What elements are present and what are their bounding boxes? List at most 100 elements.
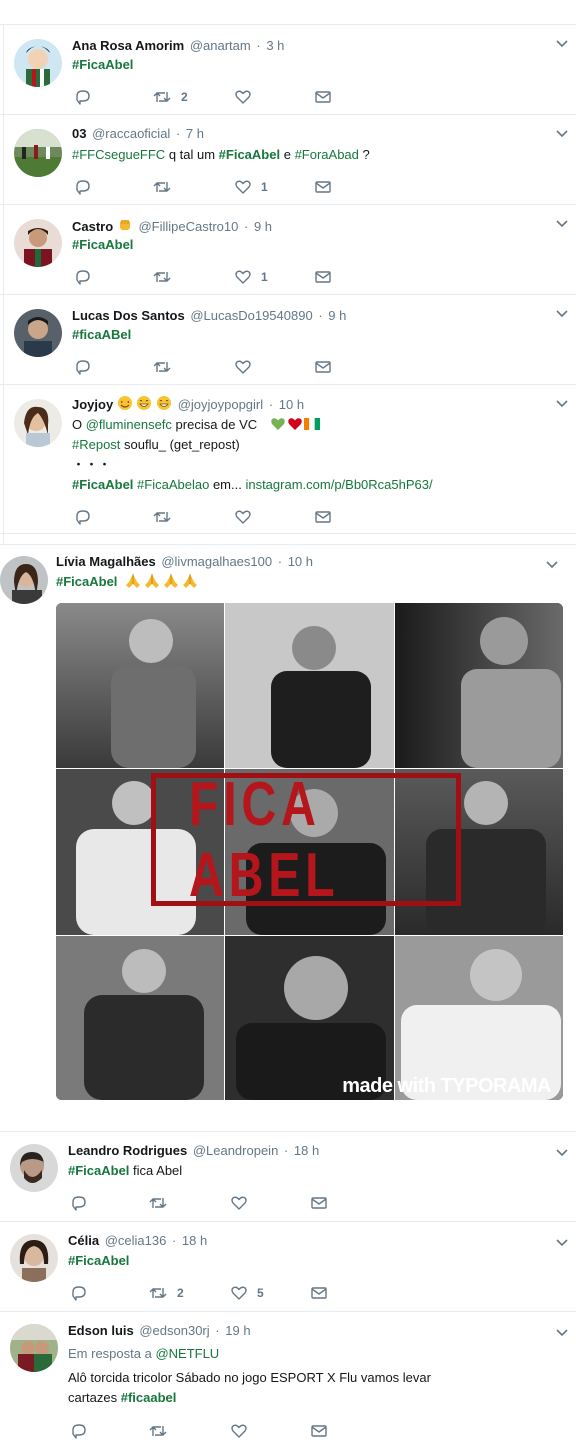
mention-link[interactable]: @fluminensefc	[86, 417, 172, 432]
tweet[interactable]: Célia @celia136 · 18 h #FicaAbel 25	[0, 1221, 576, 1311]
tweet[interactable]: Joyjoy @joyjoypopgirl · 10 h O @fluminen…	[0, 384, 576, 534]
user-handle[interactable]: @Leandropein	[193, 1143, 278, 1158]
user-name[interactable]: 03	[72, 126, 86, 141]
reply-button[interactable]	[74, 177, 92, 197]
message-button[interactable]	[314, 507, 332, 527]
like-button[interactable]	[234, 87, 252, 107]
hashtag-link[interactable]: #Repost	[72, 437, 120, 452]
tweet[interactable]: Castro @FillipeCastro10 · 9 h #FicaAbel …	[0, 204, 576, 294]
avatar[interactable]	[14, 399, 62, 447]
hashtag-link[interactable]: #ficaabel	[121, 1390, 177, 1405]
hashtag-link[interactable]: #FicaAbel	[56, 574, 117, 589]
user-name[interactable]: Edson luis	[68, 1323, 134, 1338]
avatar[interactable]	[10, 1234, 58, 1282]
retweet-button[interactable]: 2	[148, 1283, 184, 1303]
user-name[interactable]: Ana Rosa Amorim	[72, 38, 184, 53]
user-handle[interactable]: @FillipeCastro10	[138, 219, 238, 234]
hashtag-link[interactable]: #FicaAbel	[68, 1253, 129, 1268]
avatar[interactable]	[14, 39, 62, 87]
url-link[interactable]: instagram.com/p/Bb0Rca5hP63/	[245, 477, 432, 492]
message-button[interactable]	[314, 357, 332, 377]
message-button[interactable]	[310, 1283, 328, 1303]
user-name[interactable]: Leandro Rodrigues	[68, 1143, 187, 1158]
retweet-button[interactable]	[148, 1193, 168, 1213]
hashtag-link[interactable]: #FicaAbel	[68, 1163, 129, 1178]
user-handle[interactable]: @LucasDo19540890	[190, 308, 312, 323]
retweet-button[interactable]	[148, 1421, 168, 1441]
chevron-down-icon[interactable]	[554, 1324, 570, 1340]
hashtag-link[interactable]: #FicaAbel	[72, 57, 133, 72]
chevron-down-icon[interactable]	[554, 1144, 570, 1160]
timestamp[interactable]: 18 h	[182, 1233, 207, 1248]
hashtag-link[interactable]: #FicaAbel	[72, 237, 133, 252]
hashtag-link[interactable]: #FicaAbel	[219, 147, 280, 162]
user-handle[interactable]: @livmagalhaes100	[161, 554, 272, 569]
user-handle[interactable]: @raccaoficial	[92, 126, 170, 141]
user-handle[interactable]: @joyjoypopgirl	[178, 397, 263, 412]
chevron-down-icon[interactable]	[554, 305, 570, 321]
like-button[interactable]: 5	[230, 1283, 264, 1303]
timestamp[interactable]: 19 h	[225, 1323, 250, 1338]
user-name[interactable]: Joyjoy	[72, 397, 113, 412]
user-handle[interactable]: @celia136	[105, 1233, 167, 1248]
retweet-button[interactable]	[152, 357, 172, 377]
chevron-down-icon[interactable]	[554, 215, 570, 231]
timestamp[interactable]: 9 h	[328, 308, 346, 323]
timestamp[interactable]: 10 h	[288, 554, 313, 569]
chevron-down-icon[interactable]	[554, 125, 570, 141]
message-button[interactable]	[310, 1193, 328, 1213]
message-button[interactable]	[314, 267, 332, 287]
tweet[interactable]: Leandro Rodrigues @Leandropein · 18 h #F…	[0, 1131, 576, 1221]
message-button[interactable]	[310, 1421, 328, 1441]
reply-button[interactable]	[74, 507, 92, 527]
reply-button[interactable]	[70, 1421, 88, 1441]
tweet[interactable]: Lucas Dos Santos @LucasDo19540890 · 9 h …	[0, 294, 576, 384]
mention-link[interactable]: @NETFLU	[155, 1346, 219, 1361]
retweet-button[interactable]: 2	[152, 87, 188, 107]
reply-button[interactable]	[74, 357, 92, 377]
hashtag-link[interactable]: #ForaAbad	[295, 147, 359, 162]
avatar[interactable]	[0, 556, 48, 604]
timestamp[interactable]: 3 h	[266, 38, 284, 53]
avatar[interactable]	[14, 219, 62, 267]
like-button[interactable]	[234, 507, 252, 527]
retweet-button[interactable]	[152, 177, 172, 197]
timestamp[interactable]: 9 h	[254, 219, 272, 234]
like-button[interactable]: 1	[234, 177, 268, 197]
timestamp[interactable]: 7 h	[186, 126, 204, 141]
tweet-photo[interactable]: FICA ABEL made with TYPORAMA	[56, 603, 563, 1100]
user-name[interactable]: Lívia Magalhães	[56, 554, 156, 569]
chevron-down-icon[interactable]	[554, 395, 570, 411]
tweet[interactable]: Ana Rosa Amorim @anartam · 3 h #FicaAbel…	[0, 24, 576, 114]
user-name[interactable]: Castro	[72, 219, 113, 234]
reply-button[interactable]	[70, 1283, 88, 1303]
timestamp[interactable]: 18 h	[294, 1143, 319, 1158]
hashtag-link[interactable]: #FicaAbel	[72, 477, 133, 492]
avatar[interactable]	[10, 1324, 58, 1372]
reply-button[interactable]	[74, 87, 92, 107]
chevron-down-icon[interactable]	[554, 1234, 570, 1250]
timestamp[interactable]: 10 h	[279, 397, 304, 412]
reply-button[interactable]	[74, 267, 92, 287]
user-handle[interactable]: @anartam	[190, 38, 251, 53]
like-button[interactable]	[230, 1421, 248, 1441]
user-handle[interactable]: @edson30rj	[139, 1323, 209, 1338]
retweet-button[interactable]	[152, 507, 172, 527]
tweet[interactable]: Edson luis @edson30rj · 19 h Em resposta…	[0, 1311, 576, 1456]
user-name[interactable]: Lucas Dos Santos	[72, 308, 185, 323]
hashtag-link[interactable]: #ficaABel	[72, 327, 131, 342]
reply-button[interactable]	[70, 1193, 88, 1213]
message-button[interactable]	[314, 87, 332, 107]
chevron-down-icon[interactable]	[554, 35, 570, 51]
message-button[interactable]	[314, 177, 332, 197]
chevron-down-icon[interactable]	[544, 556, 560, 572]
avatar[interactable]	[14, 309, 62, 357]
like-button[interactable]	[234, 357, 252, 377]
hashtag-link[interactable]: #FFCsegueFFC	[72, 147, 165, 162]
user-name[interactable]: Célia	[68, 1233, 99, 1248]
avatar[interactable]	[10, 1144, 58, 1192]
tweet[interactable]: 03 @raccaoficial · 7 h #FFCsegueFFC q ta…	[0, 114, 576, 204]
hashtag-link[interactable]: #FicaAbelao	[137, 477, 209, 492]
like-button[interactable]: 1	[234, 267, 268, 287]
like-button[interactable]	[230, 1193, 248, 1213]
